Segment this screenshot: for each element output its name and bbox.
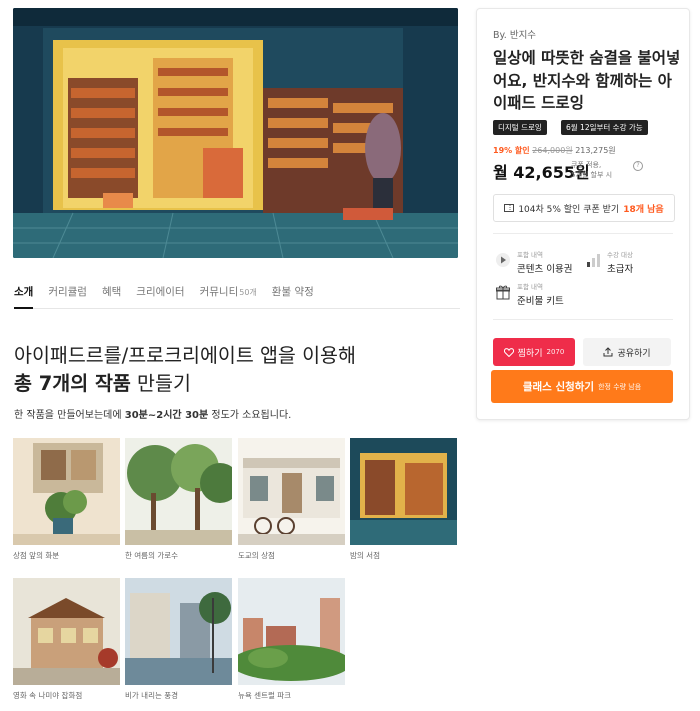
divider [493, 319, 673, 320]
ticket-icon [504, 204, 515, 212]
class-title: 일상에 따뜻한 숨결을 불어넣어요, 반지수와 함께하는 아이패드 드로잉 [493, 49, 681, 112]
tab-benefits[interactable]: 혜택 [102, 280, 121, 307]
tab-creator[interactable]: 크리에이터 [136, 280, 184, 307]
work-thumbnail [125, 438, 232, 545]
work-caption: 한 여름의 가로수 [125, 551, 179, 560]
work-card[interactable]: 뉴욕 센트럴 파크 [238, 578, 345, 701]
share-button[interactable]: 공유하기 [583, 338, 671, 366]
apply-remaining: 한정 수량 남음 [598, 382, 642, 391]
discount-line: 19% 할인 264,000원 213,275원 [493, 146, 616, 155]
kit-label: 포함 내역 [517, 283, 543, 291]
hero-image [13, 8, 458, 258]
kit-value: 준비물 키트 [517, 296, 564, 307]
gift-icon [496, 285, 510, 300]
heart-icon [503, 347, 514, 357]
work-thumbnail [238, 438, 345, 545]
section-headline: 아이패드르를/프로크리에이트 앱을 이용해 총 7개의 작품 만들기 [14, 344, 356, 395]
work-thumbnail [238, 578, 345, 685]
creator-name[interactable]: By. 반지수 [493, 27, 536, 41]
work-card[interactable]: 상점 앞의 화분 [13, 438, 120, 561]
content-label: 포함 내역 [517, 251, 543, 259]
like-count: 2070 [546, 348, 565, 356]
work-caption: 밤의 서점 [350, 551, 380, 560]
target-value: 초급자 [607, 264, 634, 275]
start-date-badge: 6월 12일부터 수강 가능 [561, 120, 648, 135]
tab-community[interactable]: 커뮤니티50개 [200, 280, 257, 307]
bar-level-icon [587, 254, 600, 267]
work-caption: 상점 앞의 화분 [13, 551, 60, 560]
category-badge: 디지털 드로잉 [493, 120, 547, 135]
apply-button[interactable]: 클래스 신청하기 한정 수량 남음 [491, 370, 673, 403]
share-icon [603, 347, 613, 357]
work-card[interactable]: 비가 내리는 풍경 [125, 578, 232, 701]
work-card[interactable]: 도교의 상점 [238, 438, 345, 561]
tab-refund[interactable]: 환불 약정 [272, 280, 314, 307]
work-caption: 영화 속 나미야 잡화점 [13, 691, 83, 700]
work-thumbnail [13, 438, 120, 545]
community-count: 50개 [239, 288, 257, 297]
coupon-remaining: 18개 남음 [623, 204, 664, 215]
duration-text: 한 작품을 만들어보는데에 30분~2시간 30분 정도가 소요됩니다. [14, 410, 292, 421]
play-icon [496, 253, 510, 267]
tab-curriculum[interactable]: 커리큘럼 [48, 280, 87, 307]
purchase-panel: By. 반지수 일상에 따뜻한 숨결을 불어넣어요, 반지수와 함께하는 아이패… [476, 8, 690, 420]
info-icon[interactable]: ? [633, 161, 643, 171]
like-button[interactable]: 찜하기 2070 [493, 338, 575, 366]
work-caption: 도교의 상점 [238, 551, 275, 560]
work-card[interactable]: 영화 속 나미야 잡화점 [13, 578, 120, 701]
installment-note: 쿠폰 적용, 5개월 할부 시 [571, 161, 613, 179]
work-caption: 뉴욕 센트럴 파크 [238, 691, 292, 700]
work-caption: 비가 내리는 풍경 [125, 691, 179, 700]
work-thumbnail [350, 438, 457, 545]
tab-bar: 소개 커리큘럼 혜택 크리에이터 커뮤니티50개 환불 약정 [14, 280, 460, 309]
divider [493, 233, 673, 234]
work-card[interactable]: 한 여름의 가로수 [125, 438, 232, 561]
work-thumbnail [125, 578, 232, 685]
work-thumbnail [13, 578, 120, 685]
work-card[interactable]: 밤의 서점 [350, 438, 457, 561]
tab-intro[interactable]: 소개 [14, 280, 34, 309]
content-value: 콘텐츠 이용권 [517, 264, 573, 275]
coupon-button[interactable]: 104차 5% 할인 쿠폰 받기 18개 남음 [493, 194, 675, 222]
target-label: 수강 대상 [607, 251, 633, 259]
